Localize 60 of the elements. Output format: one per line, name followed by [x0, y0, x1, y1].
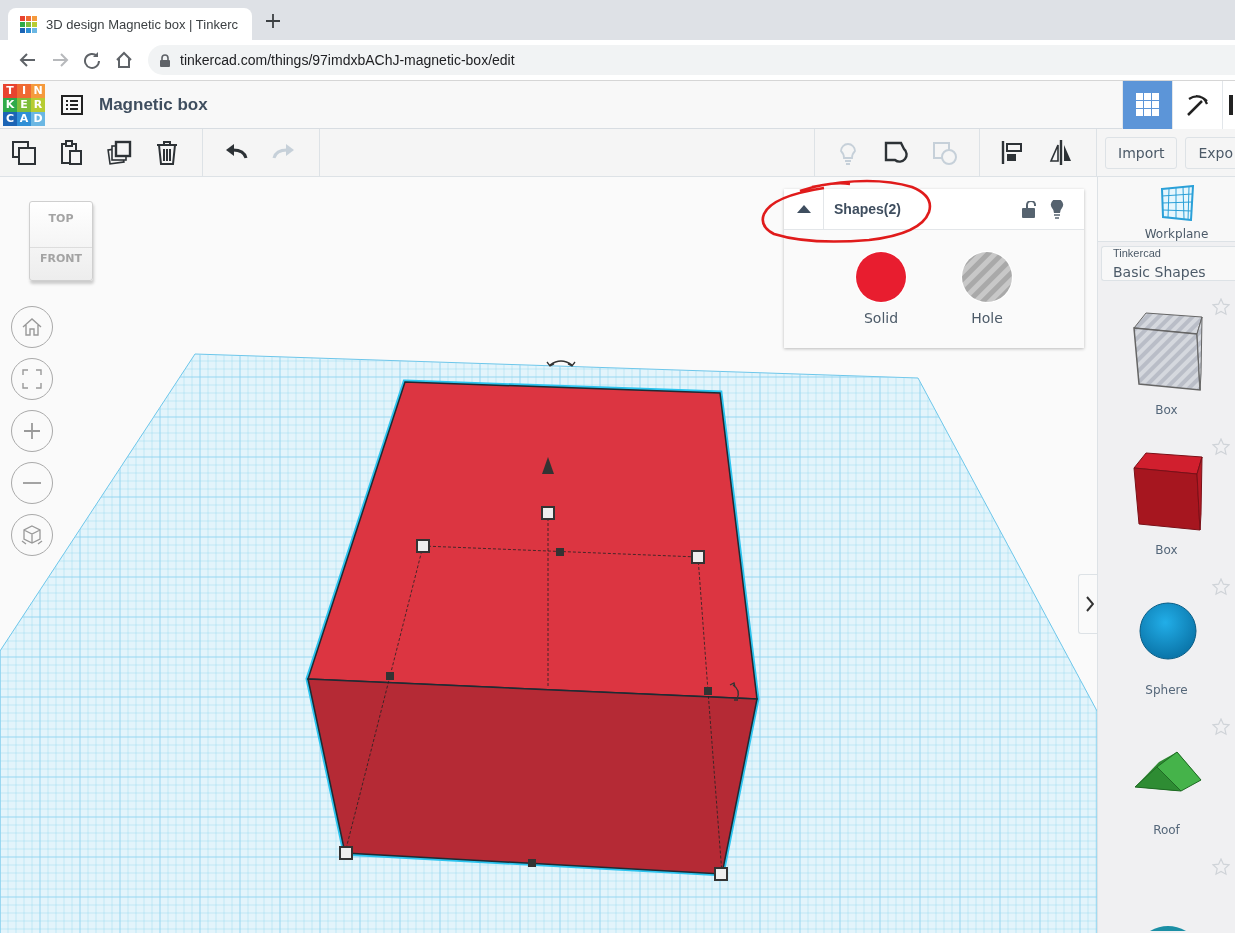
duplicate-icon	[107, 139, 133, 166]
toolbar-button[interactable]: Expo	[1185, 136, 1235, 169]
unlock-icon[interactable]	[1022, 200, 1036, 218]
clipboard-icon	[59, 139, 85, 166]
chevron-icon	[1085, 596, 1094, 612]
hole-option[interactable]: Hole	[960, 250, 1014, 326]
lock-icon	[160, 53, 170, 67]
ungroup-icon	[932, 139, 958, 166]
sphere-top-icon	[1150, 923, 1186, 931]
shape-item[interactable]: Roof	[1098, 715, 1235, 855]
perspective-cube-icon	[20, 523, 44, 547]
tinkercad-logo[interactable]: T I N K E R C A D	[3, 83, 45, 126]
shape-item[interactable]: Sphere	[1098, 575, 1235, 715]
star-icon[interactable]	[1212, 858, 1230, 876]
caret-icon	[796, 205, 811, 213]
home-icon[interactable]	[115, 51, 133, 69]
inspector-title: Shapes(2)	[834, 201, 902, 217]
tab-title: 3D design Magnetic box | Tinkerc	[46, 16, 238, 32]
new-tab-icon[interactable]	[266, 14, 280, 28]
list-icon[interactable]	[61, 94, 83, 115]
rotate-handle-icon[interactable]	[729, 682, 739, 701]
shape-item[interactable]: Box	[1098, 435, 1235, 575]
star-icon[interactable]	[1212, 298, 1230, 316]
url-text: tinkercad.com/things/97imdxbAChJ-magnetic-box/edit	[180, 52, 515, 68]
fit-view-icon	[20, 367, 44, 391]
solid-swatch-icon	[854, 250, 908, 304]
reload-icon[interactable]	[83, 51, 101, 69]
box-model-drawing[interactable]	[305, 379, 760, 881]
roof-icon	[1134, 750, 1202, 792]
hole-swatch-icon	[960, 250, 1014, 304]
zoom-in-icon	[24, 423, 40, 439]
browser-tab[interactable]: 3D design Magnetic box | Tinkerc	[8, 8, 252, 40]
grid-icon	[1135, 92, 1160, 117]
library-source: Tinkercad	[1113, 247, 1162, 259]
partial-icon	[1229, 92, 1233, 117]
workplane-grid-icon	[1158, 185, 1195, 221]
back-icon[interactable]	[19, 51, 37, 69]
light-bulb-icon[interactable]	[1050, 199, 1064, 219]
copy-icon	[11, 139, 37, 166]
striped-box-icon	[1133, 311, 1203, 391]
shape-library-selector[interactable]: Tinkercad Basic Shapes	[1101, 246, 1235, 281]
favicon-icon	[20, 15, 37, 33]
box-icon	[1133, 451, 1203, 531]
star-icon[interactable]	[1212, 578, 1230, 596]
workplane-button[interactable]: Workplane	[1098, 177, 1235, 242]
star-icon[interactable]	[1212, 718, 1230, 736]
view-tab[interactable]	[1172, 80, 1222, 129]
address-bar[interactable]: tinkercad.com/things/97imdxbAChJ-magnetic-box/edit	[148, 45, 1235, 75]
pickaxe-icon	[1185, 92, 1210, 117]
view-tab[interactable]	[1222, 80, 1235, 129]
group-icon	[884, 139, 910, 166]
library-name: Basic Shapes	[1113, 264, 1207, 280]
solid-option[interactable]: Solid	[854, 250, 908, 326]
rotate-handle-icon[interactable]	[546, 360, 576, 367]
toolbar-button[interactable]: Import	[1105, 136, 1178, 169]
sphere-icon	[1139, 602, 1197, 660]
shape-item[interactable]: Box	[1098, 295, 1235, 435]
collapse-panel-button[interactable]	[1078, 574, 1097, 634]
design-title[interactable]: Magnetic box	[99, 94, 208, 115]
star-icon[interactable]	[1212, 438, 1230, 456]
